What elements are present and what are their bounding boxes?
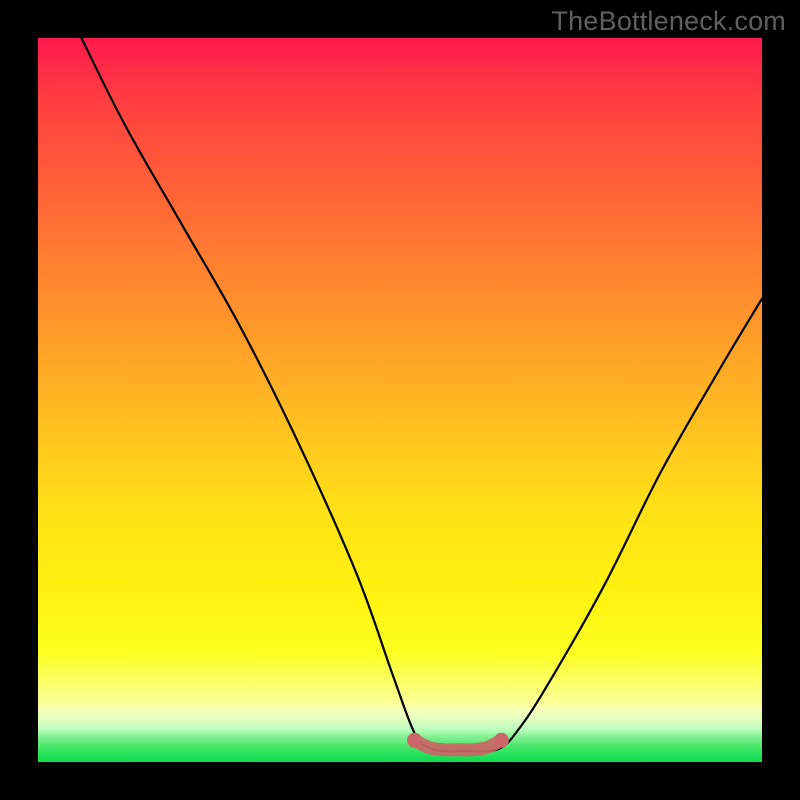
optimal-zone-endpoint xyxy=(407,733,422,748)
bottleneck-curve-path xyxy=(81,38,762,751)
optimal-zone-endpoint xyxy=(494,733,509,748)
plot-area xyxy=(38,38,762,762)
curve-layer xyxy=(38,38,762,762)
optimal-zone-path xyxy=(414,740,501,750)
chart-frame: TheBottleneck.com xyxy=(0,0,800,800)
watermark-text: TheBottleneck.com xyxy=(551,6,786,37)
